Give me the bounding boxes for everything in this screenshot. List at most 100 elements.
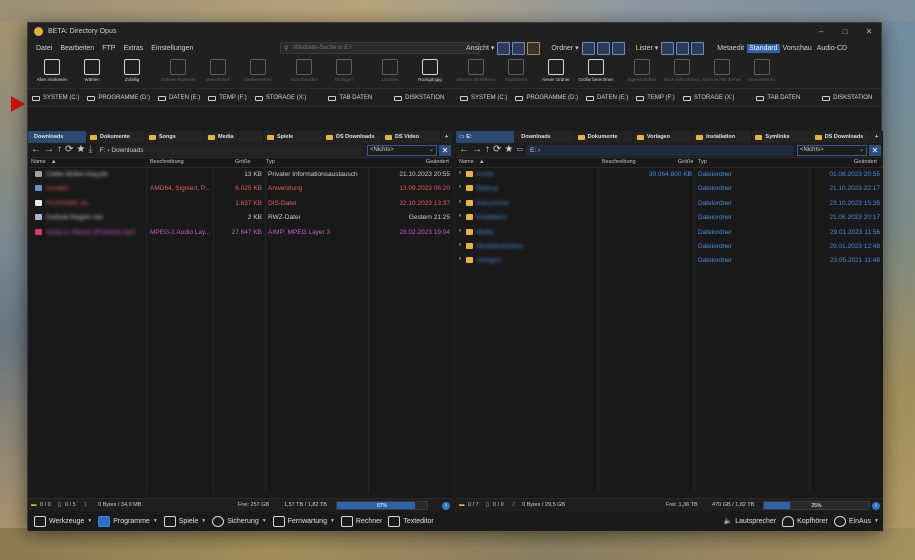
toolbar-button-einfügen[interactable]: Einfügen — [324, 56, 364, 82]
drive-storage-x[interactable]: STORAGE (X:) — [254, 95, 306, 101]
close-icon[interactable]: ✕ — [857, 27, 881, 36]
table-row[interactable]: Chiller-Brillen-Key.pfx 13 KB Privater Inf… — [28, 168, 453, 182]
toolbar-button-neuer-ordner[interactable]: Neuer Ordner — [536, 56, 576, 82]
sicherung-button[interactable]: Sicherung ▼ — [212, 515, 267, 527]
tab-vorlagen[interactable]: Vorlagen — [634, 131, 694, 143]
toolbar-button-duplizieren[interactable]: Duplizieren — [496, 56, 536, 82]
tab-ds-video[interactable]: DS Video — [382, 131, 441, 143]
toolbar-button-wählen[interactable]: Wählen — [72, 56, 112, 82]
folder-options-icon[interactable] — [611, 41, 625, 55]
forward-icon[interactable]: → — [472, 145, 482, 155]
einaus-button[interactable]: EinAus ▼ — [833, 515, 879, 527]
toolbar-button-rückgängig[interactable]: Rückgängig — [410, 56, 450, 82]
left-path-field[interactable]: F: › Downloads — [95, 144, 364, 156]
drive-daten-e[interactable]: DATEN (E:) — [158, 95, 200, 101]
table-row[interactable]: › Backup Dateiordner 21.10.2023 22:17 — [456, 182, 883, 196]
view-thumbnails-icon[interactable] — [527, 41, 541, 55]
drive-temp-f[interactable]: TEMP (F:) — [208, 95, 247, 101]
spiele-button[interactable]: Spiele ▼ — [163, 515, 206, 527]
drive-programme-d[interactable]: PROGRAMME (D:) — [515, 95, 578, 101]
chevron-right-icon[interactable]: › — [459, 184, 461, 190]
col-desc[interactable]: Beschreibung — [602, 159, 636, 165]
view-list-icon[interactable] — [512, 41, 526, 55]
drive-tab-daten[interactable]: TAB DATEN — [328, 95, 372, 101]
chevron-right-icon[interactable]: › — [459, 170, 461, 176]
tab-songs[interactable]: Songs — [146, 131, 205, 143]
toolbar-button-ausschneiden[interactable]: Ausschneiden — [284, 56, 324, 82]
view-details-icon[interactable] — [497, 41, 511, 55]
search-input[interactable]: ⚲ Windows-Suche in E:\ — [280, 42, 480, 54]
left-filter-select[interactable]: <Nichts> ⌄ — [367, 144, 437, 156]
left-clear-filter-icon[interactable]: ✕ — [439, 144, 451, 156]
drive-system-c[interactable]: SYSTEM (C:) — [32, 95, 79, 101]
toolbar-button-eigenschaften[interactable]: Eigenschaften — [622, 56, 662, 82]
favorite-star-icon[interactable]: ★ — [504, 145, 513, 155]
right-path-field[interactable]: E: › — [525, 144, 794, 156]
table-row[interactable]: Outlook-Regeln.rwz 2 KB RWZ-Datei Gestern 2… — [28, 211, 453, 225]
menu-extras[interactable]: Extras — [119, 45, 147, 52]
minimize-icon[interactable]: – — [809, 27, 833, 36]
back-icon[interactable]: ← — [459, 145, 469, 155]
info-icon[interactable]: i — [872, 502, 880, 510]
col-desc[interactable]: Beschreibung — [150, 159, 184, 165]
refresh-icon[interactable]: ⟳ — [493, 145, 501, 155]
tab-dokumente[interactable]: Dokumente — [575, 131, 634, 143]
toolbar-button-nach-rechts-drehen[interactable]: Nach rechts drehen — [702, 56, 742, 82]
table-row[interactable]: FILENAME.dis 1.637 KB DIS-Datei 22.10.2023 … — [28, 197, 453, 211]
col-name[interactable]: Name — [31, 159, 46, 165]
info-icon[interactable]: i — [442, 502, 450, 510]
drive-storage-x[interactable]: STORAGE (X:) — [682, 95, 734, 101]
drive-diskstation[interactable]: DISKSTATION — [394, 95, 444, 101]
lister-single-icon[interactable] — [661, 41, 675, 55]
toolbar-button-alles-markieren[interactable]: Alles markieren — [32, 56, 72, 82]
table-row[interactable]: Installer AMD64, Signiert, P... 6.025 KB An… — [28, 182, 453, 196]
up-icon[interactable]: ↑ — [485, 145, 490, 155]
chevron-right-icon[interactable]: › — [459, 199, 461, 205]
tab-installation[interactable]: Installation — [693, 131, 753, 143]
tab-ds-downloads[interactable]: DS Downloads — [812, 131, 871, 143]
menu-bearbeiten[interactable]: Bearbeiten — [56, 45, 98, 52]
lister-menu[interactable]: Lister ▾ — [636, 44, 659, 52]
tab-symlinks[interactable]: Symlinks — [752, 131, 812, 143]
table-row[interactable]: › Media Dateiordner 29.01.2023 11:56 — [456, 226, 883, 240]
toolbar-button-dateien-archivieren[interactable]: Dateien archivieren — [456, 56, 496, 82]
table-row[interactable]: › Vorlagen Dateiordner 23.05.2021 11:48 — [456, 254, 883, 268]
favorite-star-icon[interactable]: ★ — [76, 145, 85, 155]
toolbar-button-nach-links-drehen[interactable]: Nach links drehen — [662, 56, 702, 82]
drive-programme-d[interactable]: PROGRAMME (D:) — [87, 95, 150, 101]
table-row[interactable]: › Dokumente Dateiordner 23.10.2023 15:35 — [456, 197, 883, 211]
ordner-menu[interactable]: Ordner ▾ — [551, 44, 578, 52]
toolbar-button-größe-berechnen[interactable]: Größe berechnen — [576, 56, 616, 82]
tab-downloads[interactable]: Downloads — [515, 131, 575, 143]
table-row[interactable]: › Installation Dateiordner 21.06.2023 20:17 — [456, 211, 883, 225]
tab-downloads[interactable]: Downloads — [28, 131, 87, 143]
kopfhoerer-button[interactable]: Kopfhörer — [782, 515, 828, 527]
lister-dual-icon[interactable] — [676, 41, 690, 55]
chevron-right-icon[interactable]: › — [459, 256, 461, 262]
add-tab-button[interactable]: + — [441, 131, 454, 143]
chevron-right-icon[interactable]: › — [459, 213, 461, 219]
fernwartung-button[interactable]: Fernwartung ▼ — [272, 515, 335, 527]
up-icon[interactable]: ↑ — [57, 145, 62, 155]
rechner-button[interactable]: Rechner — [340, 515, 382, 527]
table-row[interactable]: › Musikproduktion Dateiordner 29.01.2023 12… — [456, 240, 883, 254]
back-icon[interactable]: ← — [31, 145, 41, 155]
right-filter-select[interactable]: <Nichts> ⌄ — [797, 144, 867, 156]
menu-ftp[interactable]: FTP — [98, 45, 119, 52]
toolbar-button-löschen[interactable]: Löschen — [370, 56, 410, 82]
col-name[interactable]: Name — [459, 159, 474, 165]
right-clear-filter-icon[interactable]: ✕ — [869, 144, 881, 156]
refresh-icon[interactable]: ⟳ — [65, 145, 73, 155]
col-type[interactable]: Typ — [698, 159, 707, 165]
table-row[interactable]: Song (1-Album) (Preview).mp3 MPEG-1 Audio… — [28, 226, 453, 240]
menu-datei[interactable]: Datei — [32, 45, 56, 52]
menu-einstellungen[interactable]: Einstellungen — [147, 45, 197, 52]
table-row[interactable]: › Archiv 30.964.800 KB Dateiordner 01.08.202… — [456, 168, 883, 182]
style-audio-cd[interactable]: Audio-CD — [815, 44, 849, 53]
texteditor-button[interactable]: Texteditor — [388, 515, 434, 527]
toolbar-button-umbenennen[interactable]: Umbenennen — [238, 56, 278, 82]
toolbar-button-verschieben[interactable]: Verschieben — [198, 56, 238, 82]
col-changed[interactable]: Geändert — [854, 159, 877, 165]
col-size[interactable]: Größe — [235, 159, 251, 165]
drive-tab-daten[interactable]: TAB DATEN — [756, 95, 800, 101]
